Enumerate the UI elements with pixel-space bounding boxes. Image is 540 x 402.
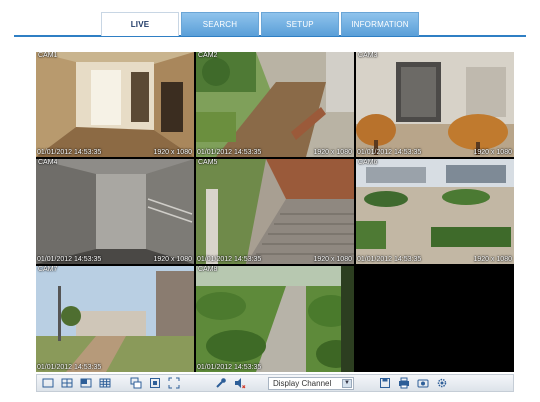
single-layout-icon[interactable] bbox=[40, 376, 56, 390]
camera-timestamp: 01/01/2012 14:53:35 bbox=[357, 256, 422, 263]
display-channel-value: Display Channel bbox=[273, 378, 332, 388]
camera-timestamp: 01/01/2012 14:53:35 bbox=[37, 256, 102, 263]
live-toolbar: Display Channel ▼ bbox=[36, 374, 514, 392]
quad-layout-icon[interactable] bbox=[59, 376, 75, 390]
camera-feed-image bbox=[196, 52, 354, 157]
camera-feed-image bbox=[196, 159, 354, 264]
tab-information[interactable]: INFORMATION bbox=[341, 12, 419, 36]
camera-label: CAM5 bbox=[198, 159, 218, 166]
fullscreen-icon[interactable] bbox=[166, 376, 182, 390]
camera-resolution: 1920 x 1080 bbox=[313, 256, 352, 263]
camera-view-2[interactable]: CAM2 01/01/2012 14:53:35 1920 x 1080 bbox=[196, 52, 354, 157]
freeze-icon[interactable] bbox=[147, 376, 163, 390]
camera-label: CAM6 bbox=[358, 159, 378, 166]
layout-6-icon[interactable] bbox=[78, 376, 94, 390]
camera-resolution: 1920 x 1080 bbox=[153, 149, 192, 156]
camera-timestamp: 01/01/2012 14:53:35 bbox=[197, 364, 262, 371]
camera-label: CAM1 bbox=[38, 52, 58, 59]
camera-feed-image bbox=[356, 52, 514, 157]
camera-feed-image bbox=[36, 266, 194, 372]
camera-resolution: 1920 x 1080 bbox=[153, 256, 192, 263]
camera-timestamp: 01/01/2012 14:53:35 bbox=[357, 149, 422, 156]
tab-search[interactable]: SEARCH bbox=[181, 12, 259, 36]
camera-label: CAM2 bbox=[198, 52, 218, 59]
camera-resolution: 1920 x 1080 bbox=[473, 149, 512, 156]
camera-view-empty[interactable] bbox=[356, 266, 514, 372]
ptz-icon[interactable] bbox=[213, 376, 229, 390]
camera-resolution: 1920 x 1080 bbox=[473, 256, 512, 263]
camera-label: CAM8 bbox=[198, 266, 218, 273]
tab-setup[interactable]: SETUP bbox=[261, 12, 339, 36]
camera-feed-image bbox=[36, 52, 194, 157]
save-icon[interactable] bbox=[377, 376, 393, 390]
camera-feed-image bbox=[36, 159, 194, 264]
settings-icon[interactable] bbox=[434, 376, 450, 390]
chevron-down-icon: ▼ bbox=[342, 378, 352, 388]
display-channel-select[interactable]: Display Channel ▼ bbox=[268, 376, 354, 390]
audio-icon[interactable] bbox=[232, 376, 248, 390]
camera-resolution: 1920 x 1080 bbox=[313, 149, 352, 156]
camera-timestamp: 01/01/2012 14:53:35 bbox=[37, 364, 102, 371]
camera-view-4[interactable]: CAM4 01/01/2012 14:53:35 1920 x 1080 bbox=[36, 159, 194, 264]
sequence-icon[interactable] bbox=[128, 376, 144, 390]
camera-feed-image bbox=[196, 266, 354, 372]
camera-view-6[interactable]: CAM6 01/01/2012 14:53:35 1920 x 1080 bbox=[356, 159, 514, 264]
camera-label: CAM4 bbox=[38, 159, 58, 166]
print-icon[interactable] bbox=[396, 376, 412, 390]
layout-9-icon[interactable] bbox=[97, 376, 113, 390]
capture-icon[interactable] bbox=[415, 376, 431, 390]
camera-timestamp: 01/01/2012 14:53:35 bbox=[197, 256, 262, 263]
camera-feed-image bbox=[356, 159, 514, 264]
tab-live[interactable]: LIVE bbox=[101, 12, 179, 36]
camera-timestamp: 01/01/2012 14:53:35 bbox=[197, 149, 262, 156]
camera-label: CAM7 bbox=[38, 266, 58, 273]
camera-label: CAM3 bbox=[358, 52, 378, 59]
camera-view-1[interactable]: CAM1 01/01/2012 14:53:35 1920 x 1080 bbox=[36, 52, 194, 157]
camera-view-3[interactable]: CAM3 01/01/2012 14:53:35 1920 x 1080 bbox=[356, 52, 514, 157]
camera-view-7[interactable]: CAM7 01/01/2012 14:53:35 bbox=[36, 266, 194, 372]
main-tabs: LIVE SEARCH SETUP INFORMATION bbox=[101, 12, 421, 36]
camera-timestamp: 01/01/2012 14:53:35 bbox=[37, 149, 102, 156]
camera-grid: CAM1 01/01/2012 14:53:35 1920 x 1080 CAM… bbox=[36, 52, 514, 372]
camera-view-8[interactable]: CAM8 01/01/2012 14:53:35 bbox=[196, 266, 354, 372]
camera-view-5[interactable]: CAM5 01/01/2012 14:53:35 1920 x 1080 bbox=[196, 159, 354, 264]
